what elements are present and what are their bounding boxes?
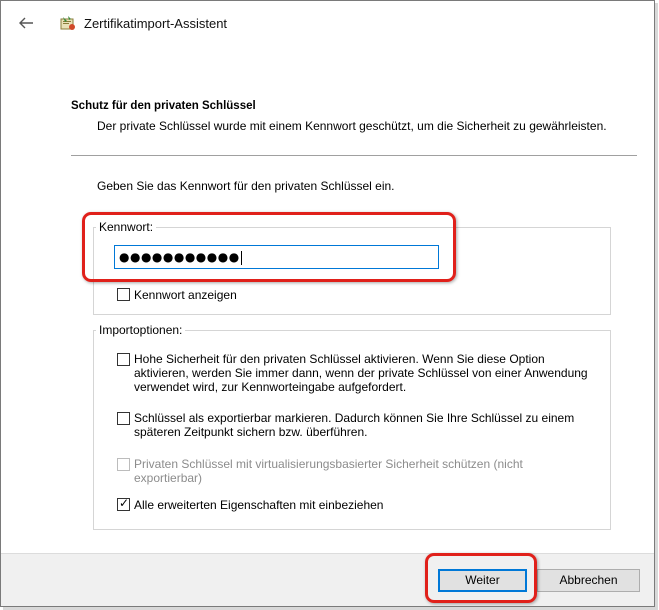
password-prompt: Geben Sie das Kennwort für den privaten … (97, 179, 395, 193)
wizard-window: Zertifikatimport-Assistent Schutz für de… (0, 0, 655, 607)
cancel-button[interactable]: Abbrechen (537, 569, 640, 592)
show-password-label[interactable]: Kennwort anzeigen (134, 288, 237, 302)
section-description: Der private Schlüssel wurde mit einem Ke… (97, 119, 607, 133)
divider (71, 155, 637, 156)
show-password-checkbox[interactable] (117, 288, 130, 301)
section-heading: Schutz für den privaten Schlüssel (71, 100, 256, 112)
extended-properties-checkbox[interactable]: ✓ (117, 496, 130, 511)
certificate-icon (59, 15, 77, 33)
next-button-highlight (425, 553, 537, 603)
vbs-protect-label: Privaten Schlüssel mit virtualisierungsb… (134, 457, 523, 485)
password-highlight (82, 212, 456, 282)
back-arrow-icon[interactable] (17, 14, 35, 32)
high-security-checkbox[interactable] (117, 353, 130, 366)
exportable-label[interactable]: Schlüssel als exportierbar markieren. Da… (134, 411, 594, 439)
title-bar: Zertifikatimport-Assistent (1, 1, 654, 45)
high-security-label[interactable]: Hohe Sicherheit für den privaten Schlüss… (134, 352, 594, 394)
extended-properties-label[interactable]: Alle erweiterten Eigenschaften mit einbe… (134, 498, 383, 512)
import-options-legend: Importoptionen: (96, 323, 186, 337)
footer-bar: Weiter Abbrechen (1, 553, 654, 606)
window-title: Zertifikatimport-Assistent (84, 16, 228, 31)
exportable-checkbox[interactable] (117, 412, 130, 425)
checkmark-icon: ✓ (119, 496, 130, 510)
vbs-protect-checkbox (117, 458, 130, 471)
